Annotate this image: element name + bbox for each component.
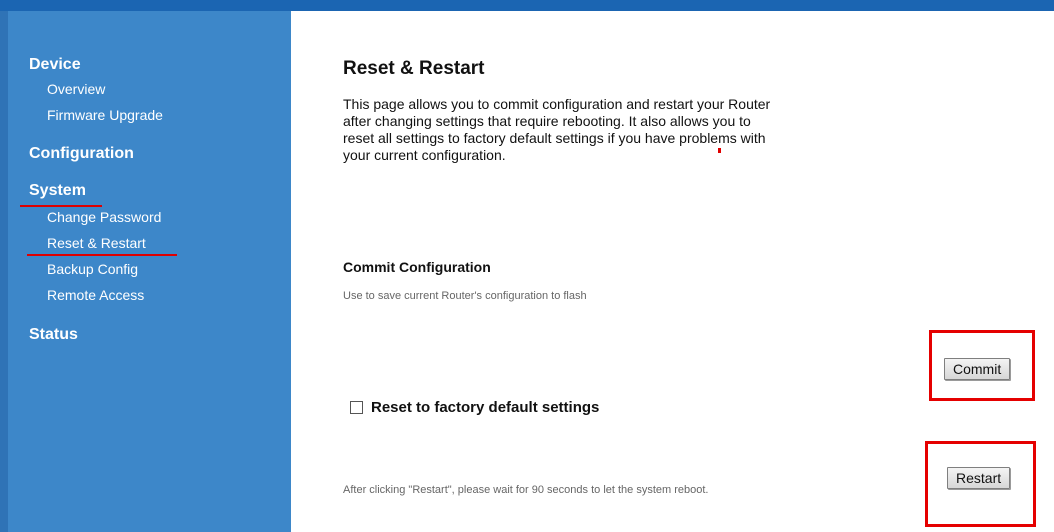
top-banner — [0, 0, 1054, 11]
reset-restart-underline-mark — [27, 254, 177, 256]
sidebar-edge — [0, 11, 8, 532]
sidebar-item-change-password[interactable]: Change Password — [47, 209, 161, 225]
commit-button[interactable]: Commit — [944, 358, 1011, 380]
page-title: Reset & Restart — [343, 58, 485, 79]
sidebar-section-status[interactable]: Status — [29, 326, 78, 344]
reset-factory-row[interactable]: Reset to factory default settings — [350, 399, 599, 416]
sidebar-item-firmware-upgrade[interactable]: Firmware Upgrade — [47, 107, 163, 123]
sidebar-nav: Device Overview Firmware Upgrade Configu… — [0, 11, 291, 532]
sidebar-item-overview[interactable]: Overview — [47, 81, 105, 97]
sidebar-item-backup-config[interactable]: Backup Config — [47, 261, 138, 277]
red-marker — [718, 148, 721, 153]
sidebar-item-reset-restart[interactable]: Reset & Restart — [47, 235, 146, 251]
main-content: Reset & Restart This page allows you to … — [291, 11, 1054, 532]
restart-note: After clicking "Restart", please wait fo… — [343, 484, 709, 496]
reset-factory-checkbox[interactable] — [350, 401, 363, 414]
commit-section-title: Commit Configuration — [343, 259, 491, 275]
sidebar-section-configuration[interactable]: Configuration — [29, 145, 134, 163]
page-description: This page allows you to commit configura… — [343, 96, 771, 163]
restart-button[interactable]: Restart — [947, 467, 1011, 489]
system-underline-mark — [20, 205, 102, 207]
reset-factory-label[interactable]: Reset to factory default settings — [371, 399, 599, 416]
sidebar-section-device[interactable]: Device — [29, 56, 81, 74]
commit-help-text: Use to save current Router's configurati… — [343, 290, 587, 302]
sidebar-item-remote-access[interactable]: Remote Access — [47, 287, 144, 303]
sidebar-section-system[interactable]: System — [29, 182, 86, 200]
